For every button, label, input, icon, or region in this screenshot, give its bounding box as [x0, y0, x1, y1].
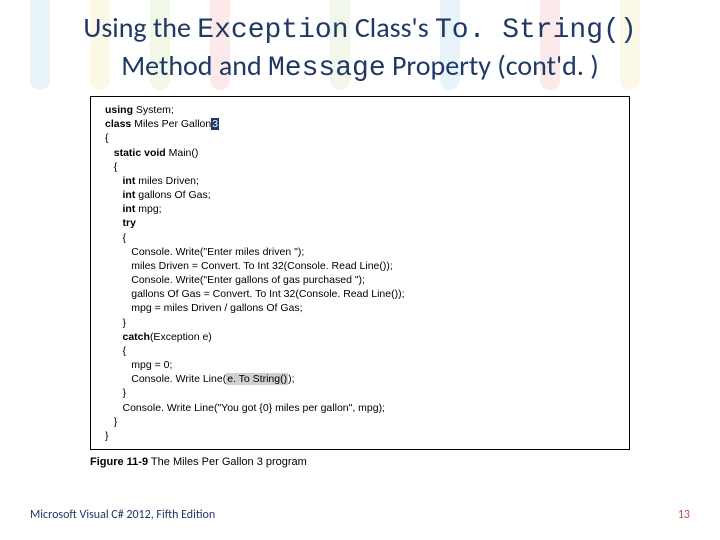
title-text-4: Property (cont'd. ) — [386, 48, 599, 83]
code-text: } — [105, 416, 117, 428]
code-text: { — [105, 232, 126, 244]
title-mono-2: To. String() — [435, 15, 637, 46]
code-text: Console. Write("Enter miles driven "); — [105, 246, 304, 258]
code-text: mpg = miles Driven / gallons Of Gas; — [105, 302, 303, 314]
title-text-2: Class's — [349, 10, 435, 45]
title-mono-1: Exception — [197, 15, 348, 46]
code-kw: try — [105, 217, 136, 229]
code-text: miles Driven = Convert. To Int 32(Consol… — [105, 260, 393, 272]
code-text: } — [105, 317, 126, 329]
title-mono-3: Message — [268, 53, 386, 84]
figure-label: Figure 11-9 — [90, 456, 148, 468]
code-text: Main() — [166, 147, 199, 159]
code-kw: class — [105, 118, 131, 130]
code-kw: int — [105, 203, 135, 215]
code-text: Console. Write("Enter gallons of gas pur… — [105, 274, 365, 286]
code-kw: static void — [105, 147, 166, 159]
code-text: { — [105, 161, 117, 173]
code-listing: using System; class Miles Per Gallon3 { … — [90, 96, 630, 450]
figure-caption: Figure 11-9 The Miles Per Gallon 3 progr… — [90, 456, 630, 468]
title-text-3: Method and — [121, 48, 268, 83]
slide-title: Using the Exception Class's To. String()… — [0, 0, 720, 92]
code-kw: int — [105, 189, 135, 201]
code-cursor: 3 — [211, 118, 219, 130]
footer-source: Microsoft Visual C# 2012, Fifth Edition — [30, 508, 215, 522]
code-text: { — [105, 132, 109, 144]
title-text-1: Using the — [83, 10, 197, 45]
code-text: System; — [133, 104, 174, 116]
figure-caption-text: The Miles Per Gallon 3 program — [148, 456, 307, 468]
code-text: } — [105, 387, 126, 399]
code-kw: catch — [105, 331, 150, 343]
code-text: mpg; — [135, 203, 161, 215]
code-text: gallons Of Gas = Convert. To Int 32(Cons… — [105, 288, 405, 300]
code-text: Console. Write Line( — [105, 373, 226, 385]
code-text: (Exception e) — [150, 331, 212, 343]
figure-container: using System; class Miles Per Gallon3 { … — [90, 96, 630, 468]
code-text: { — [105, 345, 126, 357]
code-text: gallons Of Gas; — [135, 189, 210, 201]
code-text: mpg = 0; — [105, 359, 172, 371]
code-text: ); — [288, 373, 294, 385]
code-highlight: e. To String() — [226, 373, 288, 385]
code-text: Miles Per Gallon — [131, 118, 211, 130]
page-number: 13 — [678, 508, 690, 522]
code-kw: int — [105, 175, 135, 187]
code-text: } — [105, 430, 109, 442]
code-text: miles Driven; — [135, 175, 199, 187]
code-text: Console. Write Line("You got {0} miles p… — [105, 402, 385, 414]
code-kw: using — [105, 104, 133, 116]
